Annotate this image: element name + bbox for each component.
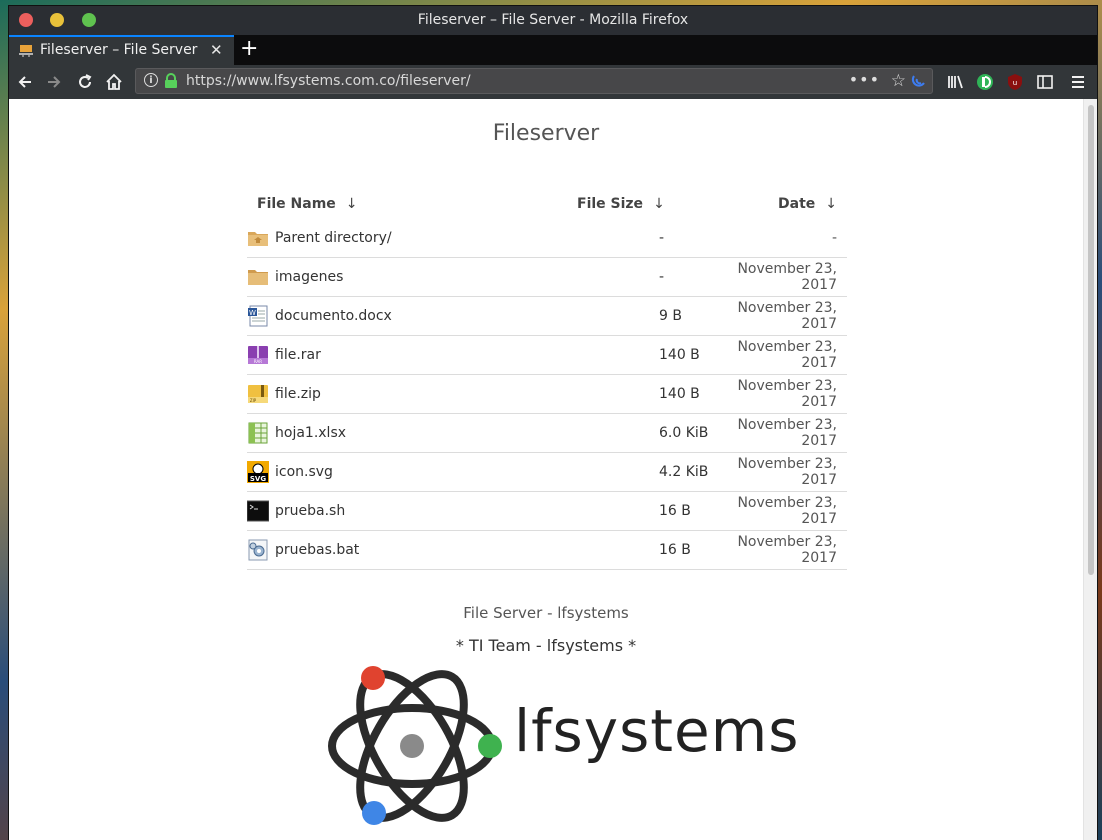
batch-script-icon[interactable] bbox=[247, 539, 269, 561]
column-header-date-label: Date bbox=[778, 196, 816, 212]
site-info-icon[interactable]: i bbox=[144, 73, 158, 87]
sort-down-icon: ↓ bbox=[825, 196, 837, 212]
spreadsheet-icon[interactable] bbox=[247, 422, 269, 444]
file-name-link[interactable]: file.zip bbox=[275, 386, 321, 402]
tab-close-icon[interactable]: ✕ bbox=[210, 41, 223, 59]
file-row[interactable]: RAR file.rar 140 B November 23, 2017 bbox=[247, 335, 847, 375]
file-row[interactable]: SVG icon.svg 4.2 KiB November 23, 2017 bbox=[247, 452, 847, 492]
column-header-size-label: File Size bbox=[577, 196, 644, 212]
page-scrollbar[interactable] bbox=[1083, 99, 1097, 840]
page-title: Fileserver bbox=[492, 121, 600, 146]
file-name-link[interactable]: hoja1.xlsx bbox=[275, 425, 346, 441]
column-header-name[interactable]: File Name ↓ bbox=[247, 189, 567, 219]
file-date: November 23, 2017 bbox=[717, 335, 847, 375]
library-icon[interactable] bbox=[946, 72, 966, 92]
file-date: November 23, 2017 bbox=[717, 452, 847, 492]
tab-bar: Fileserver – File Server ✕ + bbox=[9, 35, 1097, 65]
svg-text:u: u bbox=[1013, 79, 1017, 87]
file-date: November 23, 2017 bbox=[717, 491, 847, 531]
file-date: November 23, 2017 bbox=[717, 257, 847, 297]
column-header-date[interactable]: Date ↓ bbox=[717, 189, 847, 219]
file-size: - bbox=[567, 257, 717, 297]
file-date: November 23, 2017 bbox=[717, 296, 847, 336]
file-row[interactable]: Wdocumento.docx 9 B November 23, 2017 bbox=[247, 296, 847, 336]
file-name-link[interactable]: icon.svg bbox=[275, 464, 333, 480]
reload-icon[interactable] bbox=[75, 72, 95, 92]
browser-window: Fileserver – File Server - Mozilla Firef… bbox=[9, 6, 1097, 840]
svg-text:RAR: RAR bbox=[254, 359, 262, 364]
sort-down-icon: ↓ bbox=[345, 196, 358, 212]
file-row[interactable]: pruebas.bat 16 B November 23, 2017 bbox=[247, 530, 847, 570]
file-size: 140 B bbox=[567, 374, 717, 414]
file-row[interactable]: Parent directory/ - - bbox=[247, 219, 847, 258]
title-bar: Fileserver – File Server - Mozilla Firef… bbox=[9, 6, 1097, 35]
file-name-link[interactable]: documento.docx bbox=[275, 308, 392, 324]
file-size: 4.2 KiB bbox=[567, 452, 717, 492]
rar-archive-icon[interactable]: RAR bbox=[247, 344, 269, 366]
file-row[interactable]: imagenes - November 23, 2017 bbox=[247, 257, 847, 297]
tab-title: Fileserver – File Server bbox=[40, 42, 198, 58]
tab-fileserver[interactable]: Fileserver – File Server ✕ bbox=[9, 35, 234, 65]
footer-server-label: File Server - lfsystems bbox=[463, 604, 629, 622]
zip-archive-icon[interactable]: ZIP bbox=[247, 383, 269, 405]
file-date: November 23, 2017 bbox=[717, 374, 847, 414]
column-header-size[interactable]: File Size ↓ bbox=[567, 189, 717, 219]
file-size: 16 B bbox=[567, 530, 717, 570]
forward-arrow-icon[interactable] bbox=[44, 72, 64, 92]
logo-wordmark: lfsystems bbox=[514, 697, 800, 765]
server-favicon-icon bbox=[19, 45, 33, 57]
file-size: 6.0 KiB bbox=[567, 413, 717, 453]
url-text[interactable]: https://www.lfsystems.com.co/fileserver/ bbox=[186, 73, 471, 89]
parent-folder-icon[interactable] bbox=[247, 227, 269, 249]
file-name-link[interactable]: Parent directory/ bbox=[275, 230, 392, 246]
secure-lock-icon[interactable] bbox=[164, 73, 178, 89]
file-date: November 23, 2017 bbox=[717, 413, 847, 453]
sort-down-icon: ↓ bbox=[653, 196, 665, 212]
file-name-link[interactable]: file.rar bbox=[275, 347, 321, 363]
back-arrow-icon[interactable] bbox=[15, 72, 35, 92]
window-title: Fileserver – File Server - Mozilla Firef… bbox=[417, 12, 689, 28]
folder-icon[interactable] bbox=[247, 266, 269, 288]
file-table: File Name ↓ File Size ↓ Date ↓ Parent direc… bbox=[246, 189, 847, 570]
svg-text:W: W bbox=[249, 309, 256, 317]
terminal-script-icon[interactable] bbox=[246, 500, 270, 522]
file-size: - bbox=[659, 230, 665, 246]
sidebar-icon[interactable] bbox=[1035, 72, 1055, 92]
file-date: - bbox=[831, 230, 837, 246]
home-icon[interactable] bbox=[104, 72, 124, 92]
new-tab-button[interactable]: + bbox=[240, 36, 258, 62]
file-name-link[interactable]: prueba.sh bbox=[275, 503, 345, 519]
address-bar[interactable]: i https://www.lfsystems.com.co/fileserve… bbox=[135, 68, 933, 94]
file-row[interactable]: hoja1.xlsx 6.0 KiB November 23, 2017 bbox=[247, 413, 847, 453]
svg-text:ZIP: ZIP bbox=[250, 398, 257, 403]
svg-text:SVG: SVG bbox=[250, 475, 266, 483]
extension-green-icon[interactable] bbox=[975, 72, 995, 92]
footer-team-label: * TI Team - lfsystems * bbox=[455, 636, 637, 655]
pocket-icon[interactable] bbox=[910, 73, 926, 89]
atom-logo-icon bbox=[328, 666, 502, 825]
bookmark-star-icon[interactable]: ☆ bbox=[891, 71, 906, 91]
file-size: 140 B bbox=[567, 335, 717, 375]
page-actions-icon[interactable]: ••• bbox=[849, 70, 880, 89]
scrollbar-thumb[interactable] bbox=[1088, 105, 1094, 575]
file-row[interactable]: prueba.sh 16 B November 23, 2017 bbox=[246, 491, 847, 531]
column-header-name-label: File Name bbox=[257, 196, 336, 212]
hamburger-menu-icon[interactable] bbox=[1068, 72, 1088, 92]
navigation-bar: i https://www.lfsystems.com.co/fileserve… bbox=[9, 65, 1097, 99]
file-name-link[interactable]: imagenes bbox=[275, 269, 343, 285]
word-doc-icon[interactable]: W bbox=[247, 305, 269, 327]
ublock-origin-icon[interactable]: u bbox=[1005, 72, 1025, 92]
file-date: November 23, 2017 bbox=[717, 530, 847, 570]
file-size: 9 B bbox=[567, 296, 717, 336]
file-name-link[interactable]: pruebas.bat bbox=[275, 542, 359, 558]
file-row[interactable]: ZIP file.zip 140 B November 23, 2017 bbox=[247, 374, 847, 414]
file-size: 16 B bbox=[567, 491, 717, 531]
svg-file-icon[interactable]: SVG bbox=[247, 461, 269, 483]
page-content: Fileserver File Name ↓ File Size ↓ Date ↓ P… bbox=[9, 99, 1097, 840]
